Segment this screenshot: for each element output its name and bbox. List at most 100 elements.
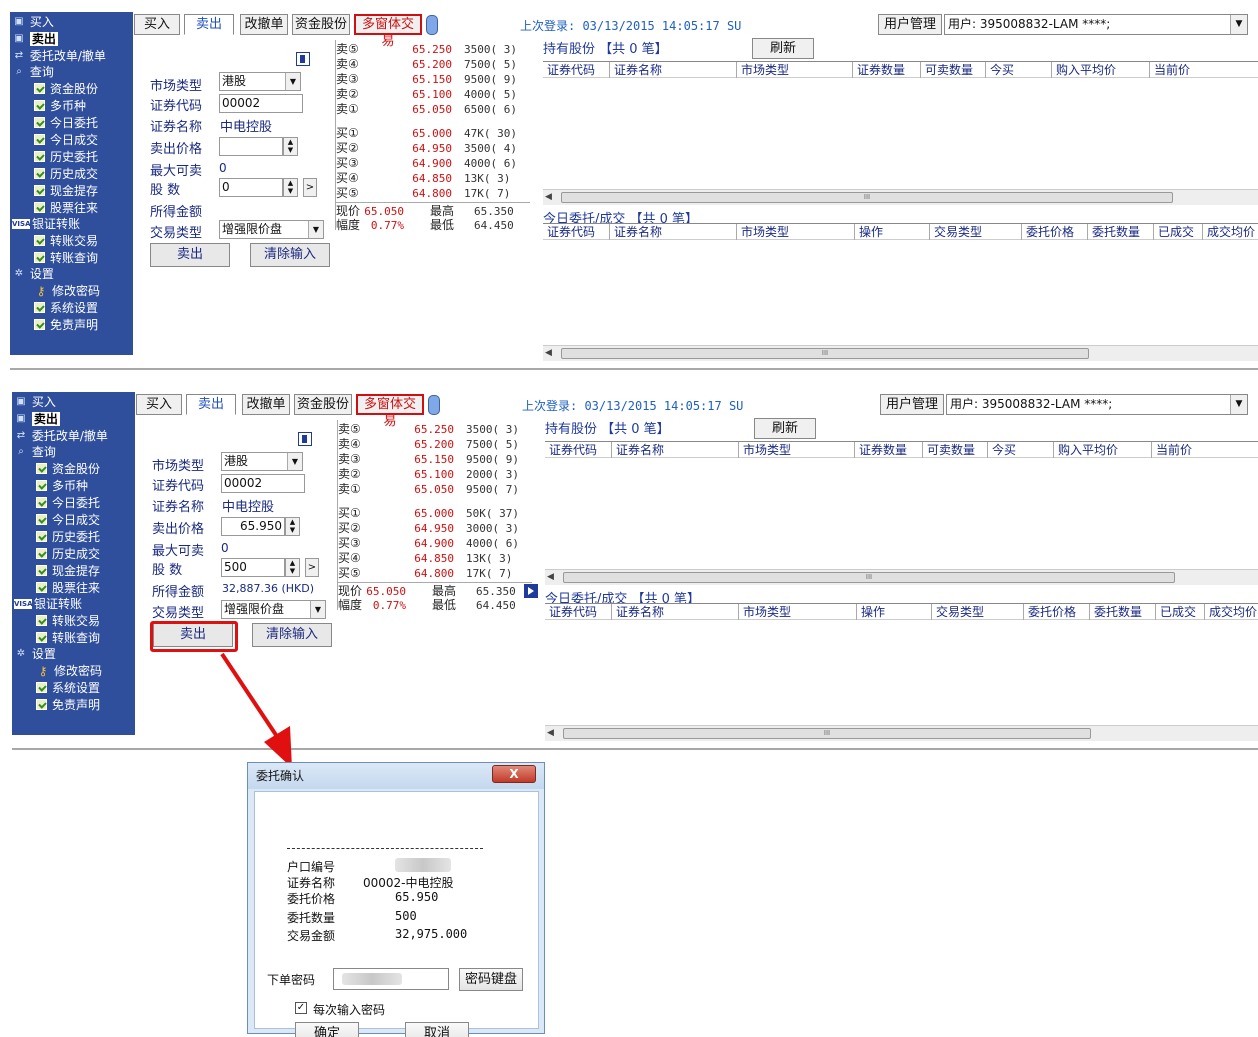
tab-multi-window[interactable]: 多窗体交易 [356,394,424,429]
column-header[interactable]: 委托数量 [1089,604,1142,620]
database-icon[interactable] [428,395,440,415]
collapse-icon[interactable] [298,432,312,446]
cancel-button[interactable]: 取消 [405,1022,469,1037]
sidebar-item-buy[interactable]: ▣ 买入 [10,14,54,30]
confirm-button[interactable]: 确定 [295,1022,359,1037]
column-header[interactable]: 购入平均价 [1053,442,1118,458]
sidebar-item-settings[interactable]: ✲ 设置 [12,646,56,662]
sidebar-item-funds[interactable]: 资金股份 [12,461,100,477]
sidebar-item-today-orders[interactable]: 今日委托 [12,495,100,511]
column-header[interactable]: 已成交 [1153,224,1194,240]
fill-max-button[interactable]: > [303,178,317,197]
chevron-down-icon[interactable]: ▼ [1230,395,1247,414]
user-select[interactable]: 用户: 395008832-LAM ****; ▼ [944,14,1248,35]
price-stepper[interactable]: ▲ ▼ [283,137,298,156]
sidebar-item-modify-cancel[interactable]: ⇄ 委托改单/撤单 [12,428,108,444]
tab-funds[interactable]: 资金股份 [292,14,350,35]
column-header[interactable]: 证券名称 [609,62,662,78]
sidebar-item-modify-cancel[interactable]: ⇄ 委托改单/撤单 [10,48,106,64]
column-header[interactable]: 可卖数量 [922,442,975,458]
column-header[interactable]: 证券代码 [543,224,595,240]
sidebar-item-transfer-query[interactable]: 转账查询 [12,630,100,646]
password-keyboard-button[interactable]: 密码键盘 [459,968,523,991]
column-header[interactable]: 委托数量 [1087,224,1140,240]
horizontal-scrollbar[interactable]: ◀ III [543,189,1258,205]
sidebar-item-cash[interactable]: 现金提存 [12,563,100,579]
column-header[interactable]: 证券代码 [545,604,597,620]
column-header[interactable]: 操作 [854,224,883,240]
column-header[interactable]: 市场类型 [738,604,791,620]
qty-input[interactable]: 500 [221,558,285,577]
sidebar-item-multicurrency[interactable]: 多币种 [12,478,88,494]
chevron-down-icon[interactable]: ▼ [310,601,325,618]
refresh-button[interactable]: 刷新 [754,418,816,439]
scroll-thumb[interactable]: III [561,348,1089,359]
every-time-checkbox[interactable]: ✓ [295,1002,307,1014]
column-header[interactable]: 可卖数量 [920,62,973,78]
tab-buy[interactable]: 买入 [134,14,180,35]
chevron-down-icon[interactable]: ▼ [308,221,323,238]
sidebar-item-settings[interactable]: ✲ 设置 [10,266,54,282]
qty-input[interactable]: 0 [219,178,283,197]
trade-type-select[interactable]: 增强限价盘 ▼ [221,600,326,619]
column-header[interactable]: 当前价 [1151,442,1192,458]
sidebar-item-history-deals[interactable]: 历史成交 [12,546,100,562]
column-header[interactable]: 证券名称 [611,442,664,458]
tab-modify-cancel[interactable]: 改撤单 [240,14,288,35]
chevron-down-icon[interactable]: ▼ [1230,15,1247,34]
close-button[interactable]: X [492,765,536,783]
column-header[interactable]: 市场类型 [738,442,791,458]
chevron-down-icon[interactable]: ▼ [285,73,300,90]
sidebar-item-disclaimer[interactable]: 免责声明 [12,697,100,713]
sidebar-item-stock-transfer[interactable]: 股票往来 [10,200,98,216]
tab-multi-window[interactable]: 多窗体交易 [354,14,422,49]
qty-stepper[interactable]: ▲ ▼ [283,178,298,197]
sidebar-item-transfer-trade[interactable]: 转账交易 [12,613,100,629]
price-input[interactable]: 65.950 [221,517,285,536]
chevron-down-icon[interactable]: ▼ [287,453,302,470]
column-header[interactable]: 今买 [985,62,1014,78]
sell-button[interactable]: 卖出 [150,243,230,267]
market-type-select[interactable]: 港股 ▼ [221,452,303,471]
clear-button[interactable]: 清除输入 [252,623,332,647]
sidebar-item-today-orders[interactable]: 今日委托 [10,115,98,131]
sidebar-item-change-password[interactable]: ⚷ 修改密码 [10,283,100,299]
sidebar-item-change-password[interactable]: ⚷ 修改密码 [12,663,102,679]
column-header[interactable]: 证券名称 [609,224,662,240]
scroll-left-icon[interactable]: ◀ [547,572,554,582]
user-manage-button[interactable]: 用户管理 [880,394,944,415]
scroll-left-icon[interactable]: ◀ [545,348,552,358]
refresh-button[interactable]: 刷新 [752,38,814,59]
column-header[interactable]: 证券代码 [545,442,597,458]
user-select[interactable]: 用户: 395008832-LAM ****; ▼ [946,394,1248,415]
column-header[interactable]: 市场类型 [736,224,789,240]
sidebar-item-buy[interactable]: ▣ 买入 [12,394,56,410]
trade-type-select[interactable]: 增强限价盘 ▼ [219,220,324,239]
clear-button[interactable]: 清除输入 [250,243,330,267]
scroll-left-icon[interactable]: ◀ [547,728,554,738]
sidebar-item-system-settings[interactable]: 系统设置 [10,300,98,316]
fill-max-button[interactable]: > [305,558,319,577]
column-header[interactable]: 委托价格 [1023,604,1076,620]
collapse-icon[interactable] [296,52,310,66]
scroll-thumb[interactable]: III [563,572,1175,583]
column-header[interactable]: 已成交 [1155,604,1196,620]
column-header[interactable]: 当前价 [1149,62,1190,78]
column-header[interactable]: 购入平均价 [1051,62,1116,78]
market-type-select[interactable]: 港股 ▼ [219,72,301,91]
sidebar-item-multicurrency[interactable]: 多币种 [10,98,86,114]
column-header[interactable]: 委托价格 [1021,224,1074,240]
sidebar-item-cash[interactable]: 现金提存 [10,183,98,199]
sidebar-item-bank-transfer[interactable]: VISA 银证转账 [12,596,82,612]
sidebar-item-today-deals[interactable]: 今日成交 [10,132,98,148]
sidebar-item-funds[interactable]: 资金股份 [10,81,98,97]
sidebar-item-history-deals[interactable]: 历史成交 [10,166,98,182]
column-header[interactable]: 证券代码 [543,62,595,78]
scroll-left-icon[interactable]: ◀ [545,192,552,202]
database-icon[interactable] [426,15,438,35]
scroll-thumb[interactable]: III [561,192,1173,203]
qty-stepper[interactable]: ▲ ▼ [285,558,300,577]
sidebar-item-history-orders[interactable]: 历史委托 [12,529,100,545]
user-manage-button[interactable]: 用户管理 [878,14,942,35]
sidebar-item-query[interactable]: ⌕ 查询 [12,444,56,460]
